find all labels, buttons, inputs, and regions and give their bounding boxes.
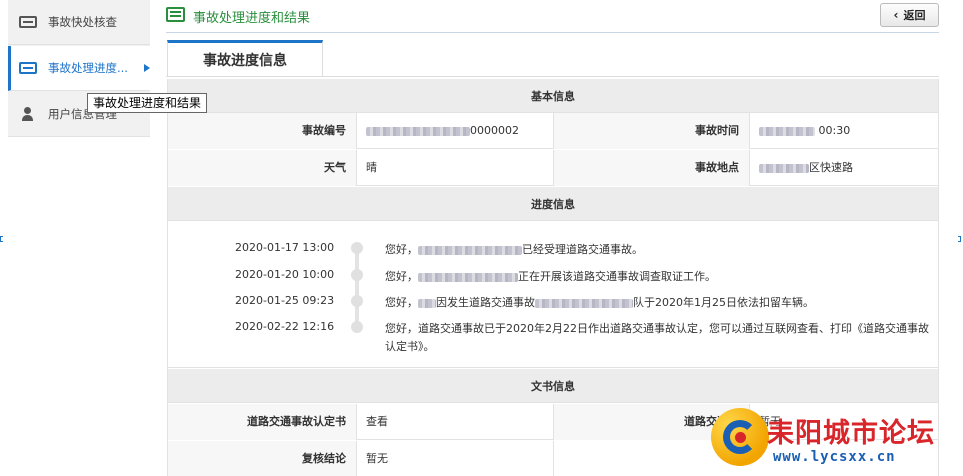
- timeline-item: 2020-01-17 13:00 您好， 已经受理道路交通事故。: [168, 239, 938, 259]
- location-value: 区快速路: [749, 150, 938, 186]
- redacted-text: [418, 298, 436, 308]
- redacted-text: [366, 126, 470, 136]
- accident-time-value: 00:30: [749, 113, 938, 149]
- timeline-dot: [351, 321, 363, 333]
- event-text: 您好， 正在开展该道路交通事故调查取证工作。: [385, 270, 716, 283]
- table-row: 复核结论 暂无: [168, 441, 938, 476]
- timeline-line: [355, 248, 359, 325]
- caret-right-icon: [144, 64, 150, 72]
- table-row: 道路交通事故认定书 查看 道路交通事 暂无: [168, 404, 938, 440]
- review-conclusion-label: 复核结论: [168, 441, 356, 476]
- redacted-text: [418, 272, 518, 282]
- document-label: 道路交通事: [554, 404, 749, 440]
- accident-time-label: 事故时间: [554, 113, 749, 149]
- user-icon: [19, 107, 39, 121]
- event-time: 2020-01-25 09:23: [235, 294, 335, 307]
- tab-progress-info[interactable]: 事故进度信息: [167, 40, 323, 76]
- section-header-documents: 文书信息: [168, 369, 938, 403]
- sidebar-item-quick-check[interactable]: 事故快处核查: [8, 0, 150, 45]
- list-icon: [166, 7, 185, 22]
- location-label: 事故地点: [554, 150, 749, 186]
- tab-divider: [166, 76, 939, 77]
- accident-certificate-cell: 查看: [356, 404, 553, 440]
- accident-certificate-label: 道路交通事故认定书: [168, 404, 356, 440]
- redacted-text: [759, 163, 809, 173]
- resize-handle-left: [0, 236, 3, 242]
- event-time: 2020-01-20 10:00: [235, 268, 335, 281]
- timeline-dot: [351, 295, 363, 307]
- app-root: 事故快处核查 事故处理进度... 用户信息管理 事故处理进度和结果 事故处理进度…: [0, 0, 963, 476]
- page-header: 事故处理进度和结果 ‹ 返回: [166, 0, 939, 33]
- back-button[interactable]: ‹ 返回: [880, 3, 939, 27]
- review-conclusion-value: 暂无: [366, 452, 388, 465]
- sidebar-item-label: 事故处理进度...: [48, 61, 128, 75]
- weather-label: 天气: [168, 150, 356, 186]
- event-text: 您好，道路交通事故已于2020年2月22日作出道路交通事故认定，您可以通过互联网…: [385, 322, 929, 353]
- back-button-label: 返回: [903, 9, 926, 22]
- section-header-basic: 基本信息: [168, 79, 938, 113]
- timeline-item: 2020-01-20 10:00 您好， 正在开展该道路交通事故调查取证工作。: [168, 266, 938, 286]
- timeline-item: 2020-01-25 09:23 您好， 因发生道路交通事故 队于2020年1月25…: [168, 292, 938, 312]
- accident-no-label: 事故编号: [168, 113, 356, 149]
- redacted-text: [535, 298, 633, 308]
- table-row: 事故编号 0000002 事故时间 00:30: [168, 113, 938, 149]
- progress-timeline: 2020-01-17 13:00 您好， 已经受理道路交通事故。 2020-01-…: [168, 222, 938, 368]
- timeline-item: 2020-02-22 12:16 您好，道路交通事故已于2020年2月22日作出…: [168, 318, 938, 358]
- timeline-dot: [351, 269, 363, 281]
- page-title: 事故处理进度和结果: [193, 11, 311, 26]
- view-certificate-link[interactable]: 查看: [366, 415, 388, 428]
- weather-value: 晴: [366, 161, 377, 174]
- card-icon: [19, 61, 39, 75]
- document-value: 暂无: [759, 415, 781, 428]
- table-row: 天气 晴 事故地点 区快速路: [168, 150, 938, 186]
- event-time: 2020-02-22 12:16: [235, 320, 335, 333]
- sidebar-tooltip: 事故处理进度和结果: [87, 93, 208, 113]
- chevron-left-icon: ‹: [893, 8, 899, 22]
- section-header-progress: 进度信息: [168, 187, 938, 221]
- detail-panel: 基本信息 事故编号 0000002 事故时间 00:30 天气 晴 事故地点 区…: [167, 79, 939, 476]
- sidebar-item-accident-progress[interactable]: 事故处理进度...: [8, 46, 150, 91]
- event-text: 您好， 因发生道路交通事故 队于2020年1月25日依法扣留车辆。: [385, 296, 814, 309]
- timeline-dot: [351, 242, 363, 254]
- redacted-text: [759, 126, 815, 136]
- sidebar: 事故快处核查 事故处理进度... 用户信息管理: [8, 0, 150, 137]
- resize-handle-right: [958, 236, 961, 242]
- card-icon: [19, 15, 39, 29]
- redacted-text: [418, 245, 522, 255]
- event-time: 2020-01-17 13:00: [235, 241, 335, 254]
- accident-no-value: 0000002: [356, 113, 553, 149]
- event-text: 您好， 已经受理道路交通事故。: [385, 243, 643, 256]
- sidebar-item-label: 事故快处核查: [48, 15, 117, 29]
